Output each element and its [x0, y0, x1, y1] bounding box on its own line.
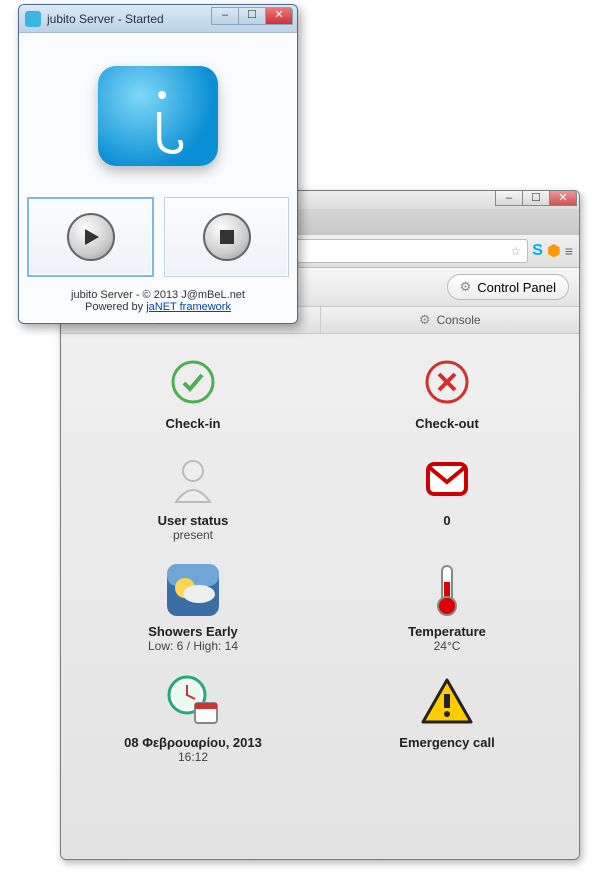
- server-window: jubito Server - Started – ☐ ✕ jubito Ser…: [18, 4, 298, 324]
- control-panel-button[interactable]: ⚙ Control Panel: [447, 274, 569, 300]
- shield-icon[interactable]: ⬢: [547, 241, 561, 261]
- control-panel-label: Control Panel: [477, 280, 556, 295]
- play-icon: [67, 213, 115, 261]
- tile-label: Showers Early: [71, 624, 315, 639]
- close-button[interactable]: ✕: [265, 7, 293, 25]
- play-button[interactable]: [27, 197, 154, 277]
- server-titlebar: jubito Server - Started – ☐ ✕: [19, 5, 297, 33]
- weather-icon: [165, 562, 221, 618]
- stop-button[interactable]: [164, 197, 289, 277]
- star-icon[interactable]: ☆: [510, 244, 521, 258]
- tile-label: Check-out: [325, 416, 569, 431]
- tile-userstatus[interactable]: User status present: [71, 451, 315, 542]
- server-window-controls: – ☐ ✕: [212, 7, 293, 25]
- gear-icon: ⚙: [460, 279, 472, 295]
- menu-icon[interactable]: ≡: [565, 243, 573, 259]
- tile-sub: 24°C: [325, 639, 569, 653]
- stop-icon: [203, 213, 251, 261]
- tile-label: 08 Φεβρουαρίου, 2013: [71, 735, 315, 750]
- tile-label: Temperature: [325, 624, 569, 639]
- tile-sub: present: [71, 528, 315, 542]
- app-icon: [25, 11, 41, 27]
- tile-temperature[interactable]: Temperature 24°C: [325, 562, 569, 653]
- close-button[interactable]: ✕: [549, 190, 577, 206]
- maximize-button[interactable]: ☐: [238, 7, 266, 25]
- tab-console[interactable]: ⚙ Console: [321, 307, 580, 333]
- user-icon: [165, 451, 221, 507]
- thermometer-icon: [419, 562, 475, 618]
- toolbar-label: Console: [437, 313, 481, 327]
- maximize-button[interactable]: ☐: [522, 190, 550, 206]
- tile-label: User status: [71, 513, 315, 528]
- mail-icon: [419, 451, 475, 507]
- tile-weather[interactable]: Showers Early Low: 6 / High: 14: [71, 562, 315, 653]
- tile-checkout[interactable]: Check-out: [325, 354, 569, 431]
- x-icon: [419, 354, 475, 410]
- browser-window-controls: – ☐ ✕: [496, 190, 577, 206]
- tile-mail[interactable]: 0: [325, 451, 569, 542]
- dashboard: Check-in Check-out User status present 0: [61, 334, 579, 860]
- warning-icon: [419, 673, 475, 729]
- minimize-button[interactable]: –: [211, 7, 239, 25]
- framework-link[interactable]: jaNET framework: [146, 301, 231, 313]
- button-row: [27, 191, 289, 283]
- tile-checkin[interactable]: Check-in: [71, 354, 315, 431]
- gear-icon: ⚙: [419, 312, 431, 328]
- tile-label: 0: [325, 513, 569, 528]
- minimize-button[interactable]: –: [495, 190, 523, 206]
- server-footer: jubito Server - © 2013 J@mBeL.net Powere…: [27, 283, 289, 315]
- jubito-logo: [98, 66, 218, 166]
- tile-emergency[interactable]: Emergency call: [325, 673, 569, 764]
- tile-sub: Low: 6 / High: 14: [71, 639, 315, 653]
- window-title: jubito Server - Started: [47, 12, 164, 26]
- logo-area: [27, 41, 289, 191]
- tile-label: Emergency call: [325, 735, 569, 750]
- tile-datetime[interactable]: 08 Φεβρουαρίου, 2013 16:12: [71, 673, 315, 764]
- tile-label: Check-in: [71, 416, 315, 431]
- tile-sub: 16:12: [71, 750, 315, 764]
- powered-prefix: Powered by: [85, 301, 146, 313]
- copyright-text: jubito Server - © 2013 J@mBeL.net: [27, 289, 289, 301]
- skype-icon[interactable]: S: [532, 242, 543, 260]
- server-body: jubito Server - © 2013 J@mBeL.net Powere…: [19, 33, 297, 323]
- clock-calendar-icon: [165, 673, 221, 729]
- check-icon: [165, 354, 221, 410]
